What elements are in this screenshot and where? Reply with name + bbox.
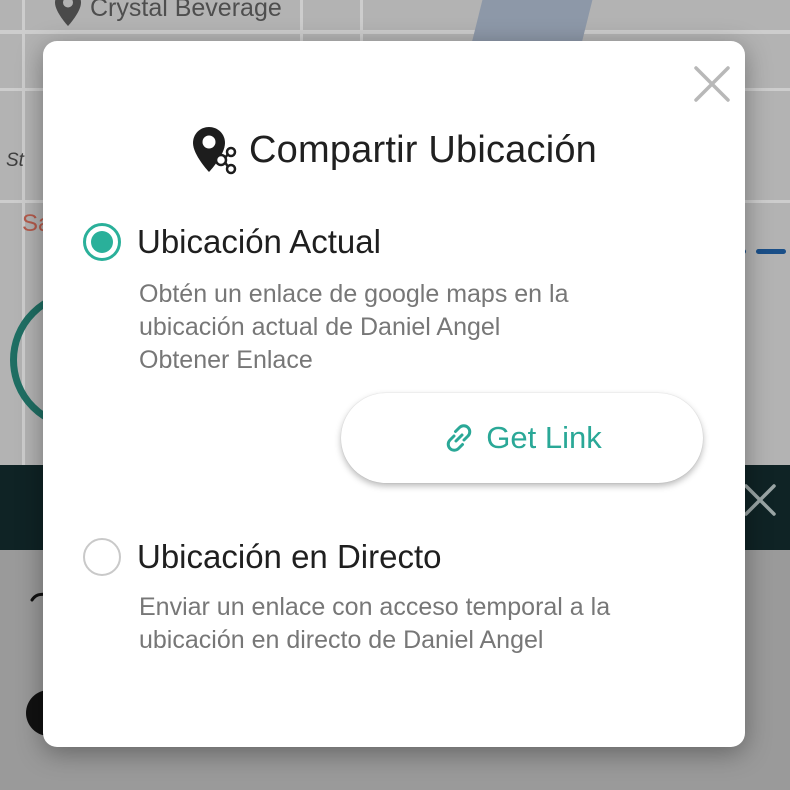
- option-live-location[interactable]: Ubicación en Directo: [83, 538, 441, 576]
- option-current-location[interactable]: Ubicación Actual: [83, 223, 381, 261]
- option-live-location-description: Enviar un enlace con acceso temporal a l…: [139, 591, 699, 657]
- option-current-location-description: Obtén un enlace de google maps en la ubi…: [139, 278, 699, 377]
- option-current-location-label: Ubicación Actual: [137, 223, 381, 260]
- description-line: ubicación en directo de Daniel Angel: [139, 626, 544, 654]
- description-line: Enviar un enlace con acceso temporal a l…: [139, 593, 611, 621]
- map-place-name: Crystal Beverage: [90, 0, 282, 22]
- share-location-dialog: Compartir Ubicación Ubicación Actual Obt…: [43, 41, 745, 747]
- close-icon: [694, 66, 730, 102]
- close-button[interactable]: [691, 63, 733, 105]
- dialog-title: Compartir Ubicación: [248, 128, 598, 171]
- map-route-dash: [756, 249, 786, 254]
- get-link-label: Get Link: [486, 420, 602, 455]
- description-line: Obtén un enlace de google maps en la: [139, 280, 569, 308]
- radio-live-location[interactable]: [83, 538, 121, 576]
- link-icon: [447, 424, 472, 452]
- map-street-label: St: [6, 150, 24, 171]
- dialog-header: Compartir Ubicación: [43, 125, 745, 175]
- get-link-button[interactable]: Get Link: [341, 393, 703, 483]
- option-live-location-label: Ubicación en Directo: [137, 538, 442, 575]
- description-line: Obtener Enlace: [139, 346, 313, 374]
- radio-current-location[interactable]: [83, 223, 121, 261]
- map-pin-icon: [55, 0, 81, 26]
- description-line: ubicación actual de Daniel Angel: [139, 313, 501, 341]
- location-share-icon: [192, 127, 237, 175]
- map-road: [0, 30, 790, 34]
